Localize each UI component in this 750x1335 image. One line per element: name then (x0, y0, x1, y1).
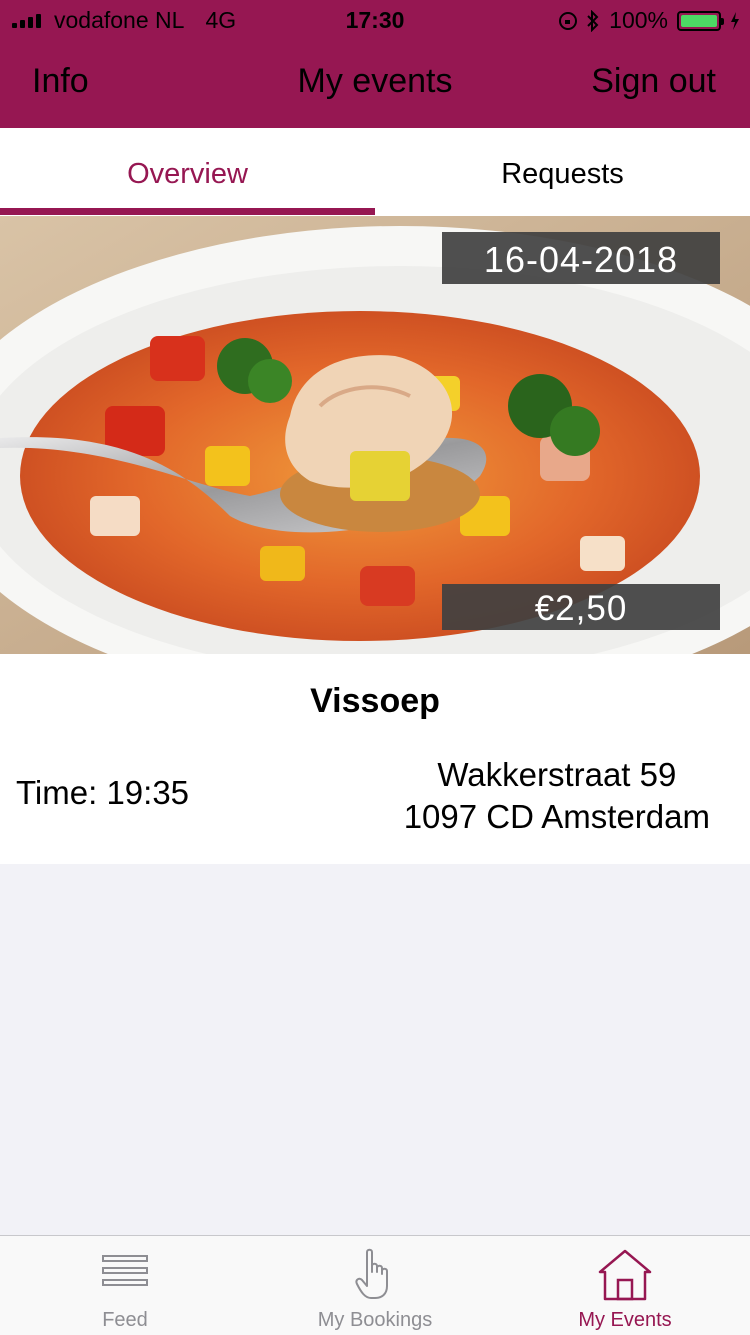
tabbar-item-my-bookings[interactable]: My Bookings (250, 1236, 500, 1335)
sign-out-button[interactable]: Sign out (591, 62, 716, 101)
battery-percent: 100% (609, 7, 668, 33)
event-address: Wakkerstraat 59 1097 CD Amsterdam (404, 754, 710, 838)
pointing-hand-icon (250, 1248, 500, 1306)
address-line-1: Wakkerstraat 59 (437, 756, 677, 793)
tabbar-item-feed[interactable]: Feed (0, 1236, 250, 1335)
status-bar: vodafone NL 4G 17:30 100% (0, 0, 750, 40)
status-right: 100% (559, 7, 740, 34)
bottom-tab-bar: Feed My Bookings My Events (0, 1235, 750, 1335)
battery-icon (677, 10, 724, 31)
event-date-badge: 16-04-2018 (442, 232, 720, 284)
event-title: Vissoep (310, 682, 440, 720)
tabbar-label-my-events: My Events (578, 1309, 672, 1331)
list-lines-icon (0, 1248, 250, 1306)
house-icon (500, 1248, 750, 1306)
navigation-bar: Info My events Sign out (0, 40, 750, 128)
charging-icon (731, 11, 739, 30)
bluetooth-icon (587, 9, 599, 32)
tabbar-label-my-bookings: My Bookings (317, 1309, 433, 1331)
orientation-lock-icon (559, 11, 578, 30)
event-price-badge: €2,50 (442, 584, 720, 630)
address-line-2: 1097 CD Amsterdam (403, 798, 710, 835)
tabbar-label-feed: Feed (102, 1309, 148, 1331)
tabbar-item-my-events[interactable]: My Events (500, 1236, 750, 1335)
tab-selected-indicator (0, 208, 375, 215)
tab-requests[interactable]: Requests (375, 128, 750, 216)
tab-overview[interactable]: Overview (0, 128, 375, 216)
event-time: Time: 19:35 (16, 774, 190, 811)
tab-strip: Overview Requests (0, 128, 750, 216)
event-info-card[interactable]: Vissoep Time: 19:35 Wakkerstraat 59 1097… (0, 654, 750, 864)
